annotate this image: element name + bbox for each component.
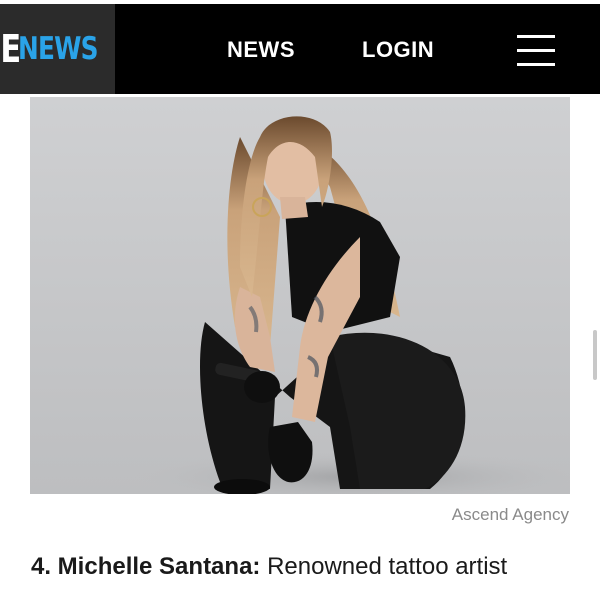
photo-credit: Ascend Agency bbox=[451, 505, 569, 524]
caption-description: Renowned tattoo artist bbox=[260, 553, 508, 580]
caption-heading: 4. Michelle Santana: bbox=[31, 553, 261, 580]
article-photo bbox=[30, 97, 570, 494]
e-news-logo[interactable]: E NEWS bbox=[0, 4, 115, 94]
site-header: E NEWS NEWS LOGIN bbox=[0, 4, 600, 94]
scrollbar-thumb[interactable] bbox=[593, 330, 597, 380]
nav-login-link[interactable]: LOGIN bbox=[362, 37, 434, 63]
nav-news-link[interactable]: NEWS bbox=[227, 37, 295, 63]
logo-word: NEWS bbox=[17, 30, 99, 67]
page: E NEWS NEWS LOGIN Ascend Agency 4. Miche… bbox=[0, 0, 600, 600]
portrait-illustration bbox=[130, 116, 570, 494]
logo-letter: E bbox=[0, 27, 21, 71]
hamburger-menu-icon[interactable] bbox=[517, 35, 555, 67]
article-caption: 4. Michelle Santana: Renowned tattoo art… bbox=[31, 553, 507, 581]
